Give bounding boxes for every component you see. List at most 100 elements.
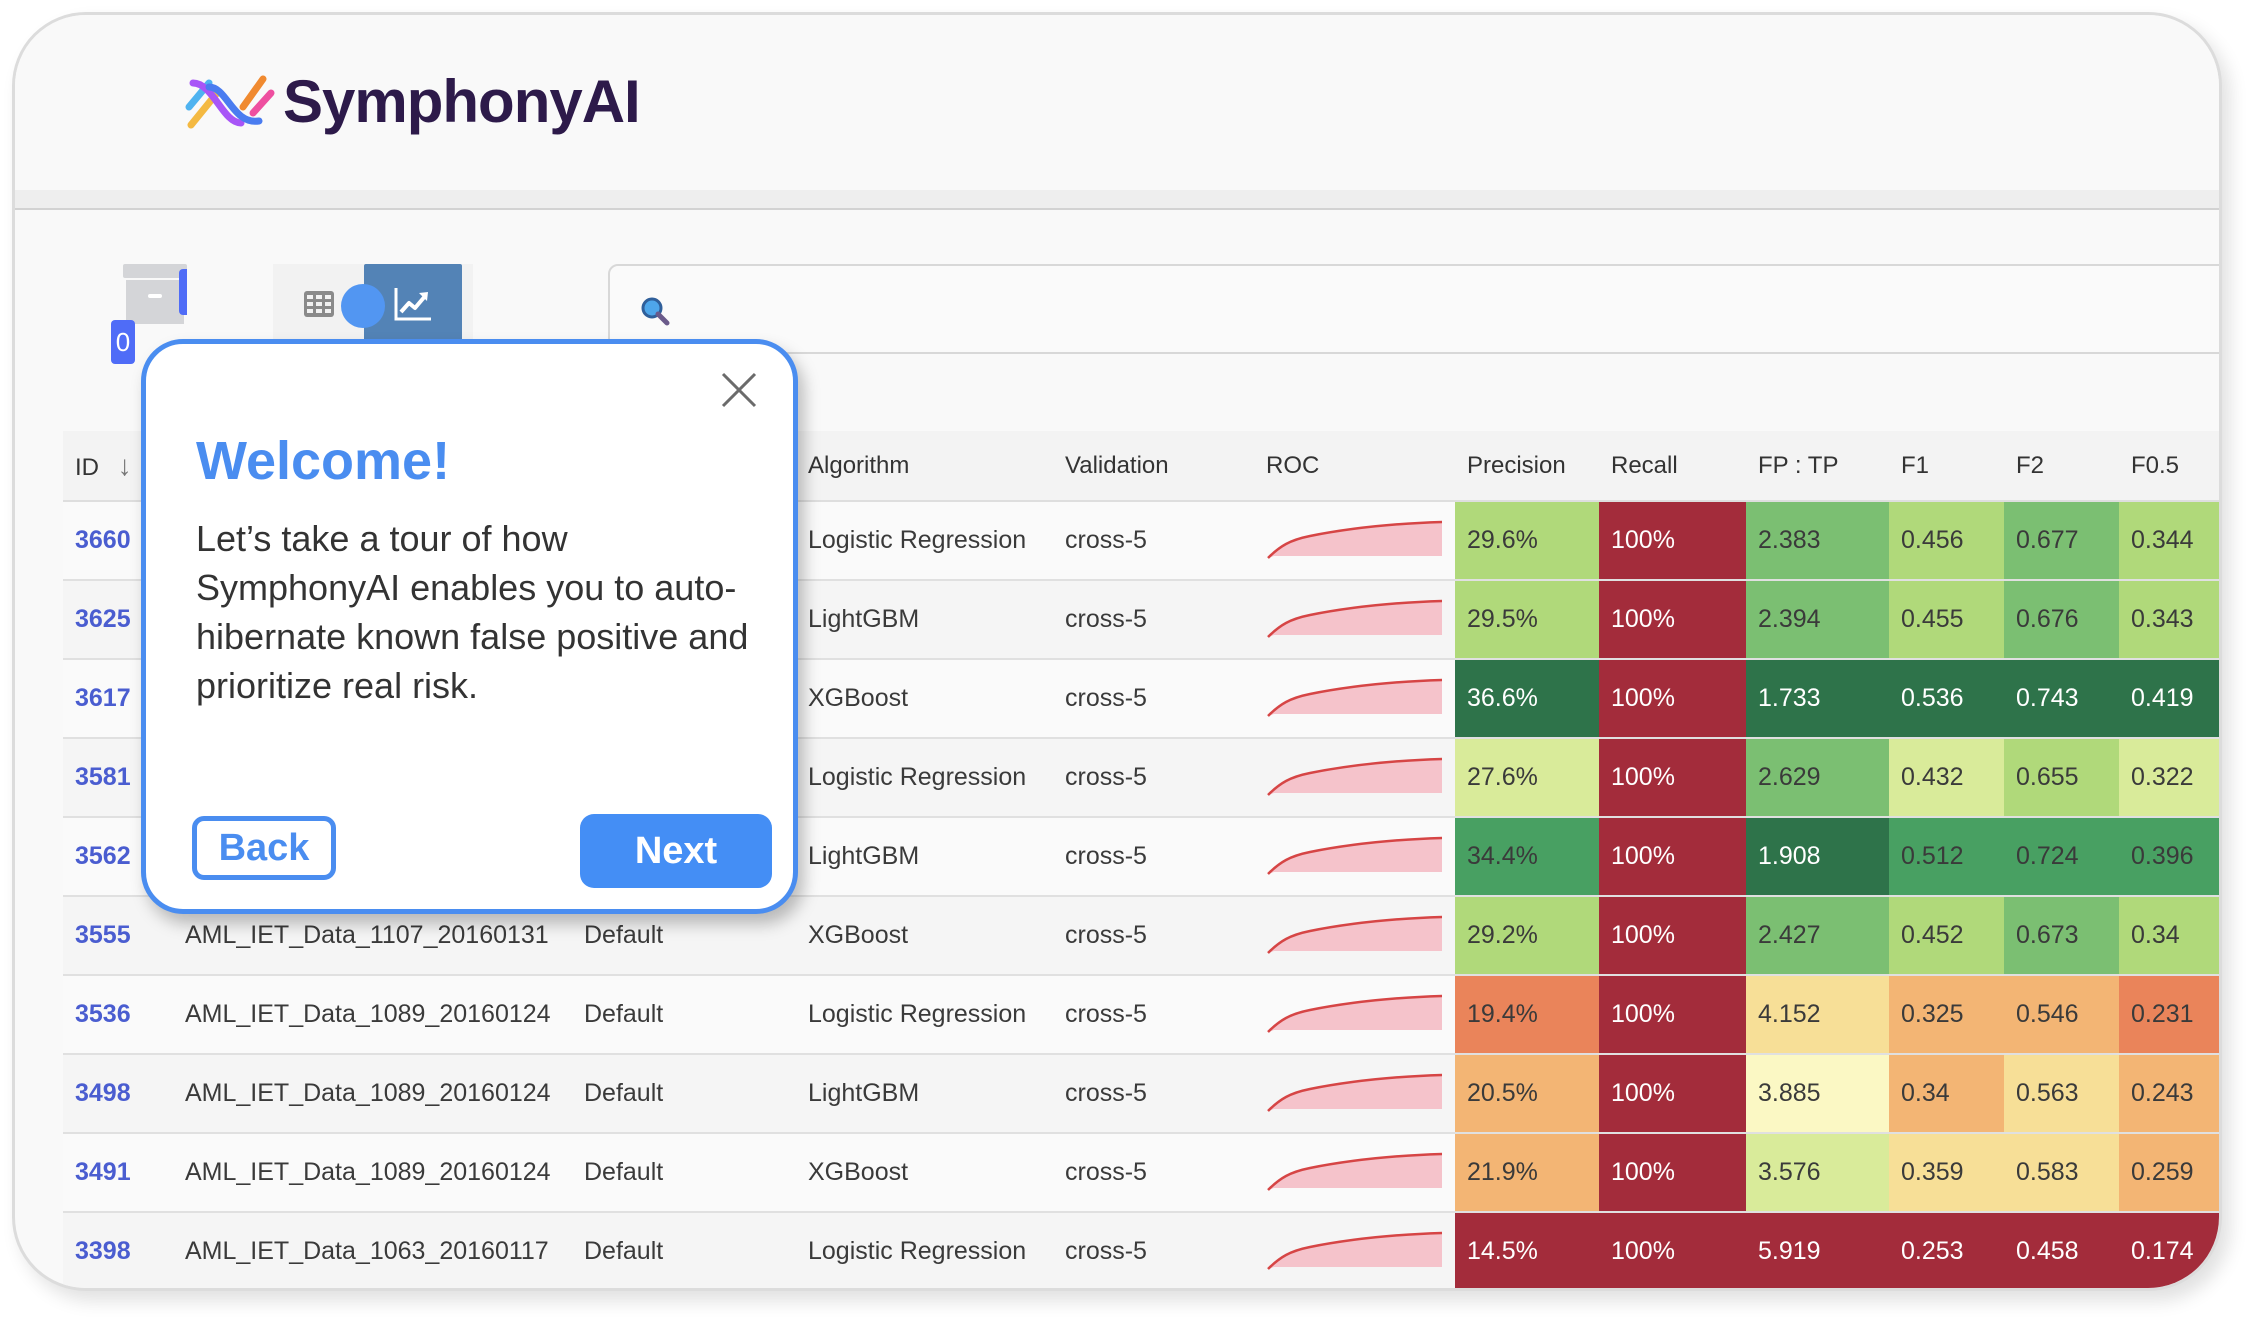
cell-f2: 0.563 (2004, 1055, 2119, 1132)
next-button[interactable]: Next (580, 814, 772, 888)
sort-descending-icon[interactable]: ↓ (118, 450, 132, 481)
column-header-roc[interactable]: ROC (1254, 431, 1455, 500)
cell-roc (1254, 818, 1455, 895)
cell-f1: 0.432 (1889, 739, 2004, 816)
cell-f0-5: 0.259 (2119, 1134, 2219, 1211)
roc-sparkline (1267, 678, 1443, 717)
tour-hotspot-dot[interactable] (341, 284, 385, 328)
cell-precision: 36.6% (1455, 660, 1599, 737)
brand-logo[interactable]: SymphonyAI (183, 67, 641, 136)
cell-dataset: AML_IET_Data_1089_20160124 (185, 1079, 551, 1107)
roc-sparkline (1267, 599, 1443, 638)
roc-sparkline (1267, 994, 1443, 1033)
cell-validation: cross-5 (1065, 526, 1147, 554)
close-icon[interactable] (719, 370, 759, 410)
cell-dataset: AML_IET_Data_1089_20160124 (185, 1000, 551, 1028)
cell-fp-tp: 5.919 (1746, 1213, 1889, 1288)
cell-f0-5: 0.343 (2119, 581, 2219, 658)
cell-roc (1254, 660, 1455, 737)
roc-sparkline (1267, 915, 1443, 954)
cell-dataset: AML_IET_Data_1063_20160117 (185, 1237, 549, 1265)
archive-button[interactable] (123, 264, 193, 324)
cell-f0-5: 0.231 (2119, 976, 2219, 1053)
column-header-recall[interactable]: Recall (1599, 431, 1746, 500)
cell-f1: 0.455 (1889, 581, 2004, 658)
brand-name: SymphonyAI (283, 68, 641, 135)
cell-f2: 0.655 (2004, 739, 2119, 816)
cell-precision: 19.4% (1455, 976, 1599, 1053)
cell-algorithm: Logistic Regression (808, 1000, 1027, 1028)
tour-body: Let’s take a tour of how SymphonyAI enab… (196, 518, 749, 706)
cell-precision: 27.6% (1455, 739, 1599, 816)
cell-configuration: Default (584, 1000, 664, 1028)
cell-recall: 100% (1599, 818, 1746, 895)
cell-recall: 100% (1599, 897, 1746, 974)
cell-fp-tp: 4.152 (1746, 976, 1889, 1053)
archive-indicator (179, 269, 187, 315)
column-header-f0-5[interactable]: F0.5 (2119, 431, 2219, 500)
cell-fp-tp: 3.576 (1746, 1134, 1889, 1211)
cell-recall: 100% (1599, 739, 1746, 816)
cell-fp-tp: 3.885 (1746, 1055, 1889, 1132)
archive-icon (126, 280, 184, 324)
column-label-id: ID (75, 454, 99, 481)
cell-id[interactable]: 3491 (63, 1134, 173, 1211)
cell-f0-5: 0.344 (2119, 502, 2219, 579)
header-divider (15, 190, 2219, 210)
cell-fp-tp: 1.908 (1746, 818, 1889, 895)
cell-recall: 100% (1599, 581, 1746, 658)
view-toggle (273, 264, 473, 344)
cell-fp-tp: 2.383 (1746, 502, 1889, 579)
cell-recall: 100% (1599, 976, 1746, 1053)
roc-sparkline (1267, 1231, 1443, 1270)
cell-validation: cross-5 (1065, 605, 1147, 633)
table-grid-icon (304, 291, 334, 317)
roc-sparkline (1267, 1073, 1443, 1112)
cell-validation: cross-5 (1065, 921, 1147, 949)
welcome-tour-dialog: Welcome! Let’s take a tour of how Sympho… (141, 339, 798, 914)
column-header-precision[interactable]: Precision (1455, 431, 1599, 500)
cell-fp-tp: 2.394 (1746, 581, 1889, 658)
search-bar[interactable] (608, 264, 2219, 354)
cell-f2: 0.743 (2004, 660, 2119, 737)
cell-fp-tp: 1.733 (1746, 660, 1889, 737)
column-header-f2[interactable]: F2 (2004, 431, 2119, 500)
roc-sparkline (1267, 836, 1443, 875)
cell-algorithm: LightGBM (808, 842, 920, 870)
cell-f1: 0.456 (1889, 502, 2004, 579)
cell-algorithm: Logistic Regression (808, 763, 1027, 791)
table-row[interactable]: 3536 AML_IET_Data_1089_20160124 Default Log… (63, 976, 2219, 1055)
cell-id[interactable]: 3536 (63, 976, 173, 1053)
column-header-algorithm[interactable]: Algorithm (796, 431, 1053, 500)
cell-id[interactable]: 3498 (63, 1055, 173, 1132)
cell-f1: 0.34 (1889, 1055, 2004, 1132)
cell-f2: 0.676 (2004, 581, 2119, 658)
trend-chart-icon (394, 288, 431, 321)
cell-recall: 100% (1599, 660, 1746, 737)
cell-validation: cross-5 (1065, 1079, 1147, 1107)
cell-validation: cross-5 (1065, 1158, 1147, 1186)
cell-id[interactable]: 3398 (63, 1213, 173, 1288)
column-header-f1[interactable]: F1 (1889, 431, 2004, 500)
cell-id[interactable]: 3555 (63, 897, 173, 974)
cell-f0-5: 0.396 (2119, 818, 2219, 895)
table-row[interactable]: 3398 AML_IET_Data_1063_20160117 Default Log… (63, 1213, 2219, 1288)
cell-precision: 29.5% (1455, 581, 1599, 658)
table-row[interactable]: 3491 AML_IET_Data_1089_20160124 Default XGB… (63, 1134, 2219, 1213)
cell-roc (1254, 1213, 1455, 1288)
cell-f1: 0.253 (1889, 1213, 2004, 1288)
cell-roc (1254, 739, 1455, 816)
cell-roc (1254, 1055, 1455, 1132)
back-button[interactable]: Back (192, 816, 336, 880)
table-row[interactable]: 3498 AML_IET_Data_1089_20160124 Default Lig… (63, 1055, 2219, 1134)
cell-precision: 21.9% (1455, 1134, 1599, 1211)
cell-recall: 100% (1599, 1055, 1746, 1132)
cell-algorithm: Logistic Regression (808, 1237, 1027, 1265)
cell-algorithm: LightGBM (808, 1079, 920, 1107)
column-header-validation[interactable]: Validation (1053, 431, 1254, 500)
cell-algorithm: Logistic Regression (808, 526, 1027, 554)
cell-precision: 20.5% (1455, 1055, 1599, 1132)
search-input[interactable] (690, 280, 2194, 342)
cell-validation: cross-5 (1065, 684, 1147, 712)
column-header-fp-tp[interactable]: FP : TP (1746, 431, 1889, 500)
